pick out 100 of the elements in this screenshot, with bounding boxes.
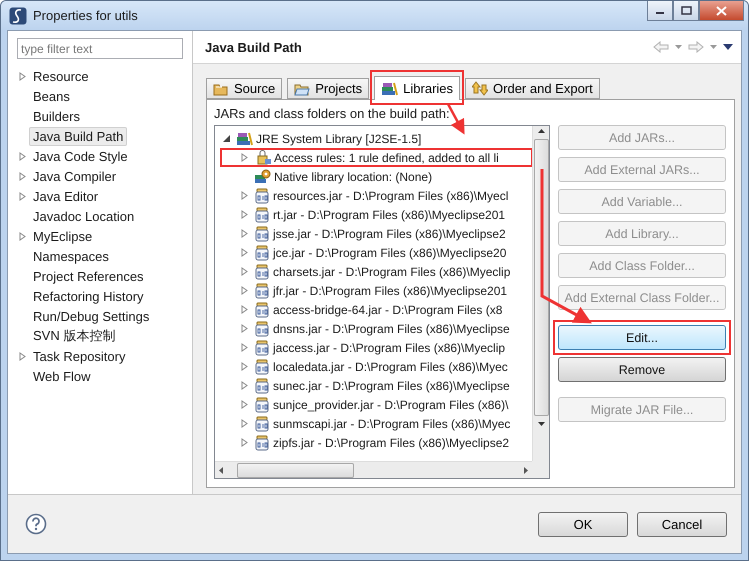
expand-arrow-icon[interactable]	[241, 381, 249, 390]
books-icon	[236, 132, 253, 146]
expand-arrow-icon[interactable]	[241, 267, 249, 276]
sidebar-item[interactable]: SVN 版本控制	[29, 325, 120, 347]
scroll-thumb[interactable]	[237, 462, 354, 478]
expand-arrow-icon[interactable]	[241, 438, 249, 447]
expand-arrow-icon[interactable]	[241, 324, 249, 333]
expand-arrow-icon[interactable]	[19, 192, 27, 200]
window-title: Properties for utils	[33, 8, 139, 23]
tree-item[interactable]: charsets.jar - D:\Program Files (x86)\Myeclip	[273, 264, 510, 278]
tab[interactable]: Projects	[287, 78, 370, 99]
sidebar-item[interactable]: Javadoc Location	[29, 206, 138, 226]
sidebar-item[interactable]: Task Repository	[29, 346, 130, 366]
expand-arrow-icon[interactable]	[241, 343, 249, 352]
expand-arrow-icon[interactable]	[19, 172, 27, 180]
annotation-arrow	[446, 103, 465, 135]
tree-item[interactable]: sunjce_provider.jar - D:\Program Files (x86)\	[273, 398, 508, 412]
jar-icon	[254, 244, 270, 260]
expand-arrow-icon[interactable]	[241, 153, 249, 162]
collapse-arrow-icon[interactable]	[223, 134, 231, 143]
panel-caption: JARs and class folders on the build path:	[214, 106, 450, 121]
scroll-up-icon[interactable]	[538, 129, 544, 133]
tree-item[interactable]: rt.jar - D:\Program Files (x86)\Myeclipse201	[273, 208, 506, 222]
tree-item[interactable]: Access rules: 1 rule defined, added to all li	[274, 150, 499, 164]
sidebar-item[interactable]: Run/Debug Settings	[29, 306, 154, 326]
jar-icon	[254, 226, 270, 242]
expand-arrow-icon[interactable]	[241, 362, 249, 371]
sidebar-item[interactable]: Java Code Style	[29, 146, 132, 166]
sidebar-item[interactable]: Java Editor	[29, 186, 102, 206]
expand-arrow-icon[interactable]	[19, 152, 27, 160]
expand-arrow-icon[interactable]	[241, 400, 249, 409]
expand-arrow-icon[interactable]	[241, 191, 249, 200]
expand-arrow-icon[interactable]	[19, 232, 27, 240]
jar-icon	[254, 416, 270, 432]
folder-icon	[294, 82, 310, 96]
sidebar-item[interactable]: MyEclipse	[29, 226, 96, 246]
page-title: Java Build Path	[205, 40, 303, 54]
tree-item[interactable]: localedata.jar - D:\Program Files (x86)\Myec	[273, 360, 508, 374]
expand-arrow-icon[interactable]	[241, 229, 249, 238]
tab[interactable]: Libraries	[374, 76, 460, 100]
minimize-button[interactable]	[647, 1, 673, 21]
folder-icon	[213, 82, 229, 96]
scroll-left-icon[interactable]	[219, 466, 223, 474]
tree-item[interactable]: dnsns.jar - D:\Program Files (x86)\Myeclipse	[273, 322, 510, 336]
expand-arrow-icon[interactable]	[241, 210, 249, 219]
tree-item[interactable]: jfr.jar - D:\Program Files (x86)\Myeclipse201	[273, 284, 508, 298]
tree-item[interactable]: access-bridge-64.jar - D:\Program Files (x8	[273, 302, 502, 316]
app-logo-icon	[9, 6, 27, 24]
dropdown-icon[interactable]	[675, 44, 682, 50]
horizontal-scrollbar[interactable]	[215, 461, 532, 478]
sidebar-item[interactable]: Java Compiler	[29, 166, 120, 186]
expand-arrow-icon[interactable]	[241, 248, 249, 257]
jar-icon	[254, 358, 270, 374]
sidebar-item[interactable]: Project References	[29, 266, 148, 286]
tree-item[interactable]: Native library location: (None)	[274, 170, 432, 184]
expand-arrow-icon[interactable]	[241, 286, 249, 295]
sidebar-item[interactable]: Beans	[29, 86, 74, 106]
sidebar-item[interactable]: Builders	[29, 106, 84, 126]
forward-arrow-icon[interactable]	[688, 41, 704, 53]
help-icon[interactable]	[25, 513, 47, 535]
tab[interactable]: Order and Export	[465, 78, 600, 99]
scroll-right-icon[interactable]	[524, 466, 528, 474]
action-button[interactable]: Edit...	[558, 325, 726, 350]
vertical-scrollbar[interactable]	[532, 126, 549, 461]
maximize-button[interactable]	[673, 1, 699, 21]
dropdown-icon[interactable]	[710, 44, 717, 50]
jar-icon	[254, 282, 270, 298]
tree-item[interactable]: zipfs.jar - D:\Program Files (x86)\Myeclipse2	[273, 436, 510, 450]
close-icon	[716, 6, 727, 16]
expand-arrow-icon[interactable]	[241, 419, 249, 428]
tree-item[interactable]: JRE System Library [J2SE-1.5]	[256, 132, 422, 146]
expand-arrow-icon[interactable]	[241, 305, 249, 314]
sidebar-item[interactable]: Java Build Path	[29, 126, 128, 146]
dialog-button[interactable]: OK	[538, 512, 628, 536]
scroll-thumb[interactable]	[534, 139, 548, 416]
jar-icon	[254, 206, 270, 222]
expand-arrow-icon[interactable]	[19, 352, 27, 360]
tab[interactable]: Source	[206, 78, 282, 99]
jar-icon	[254, 434, 270, 450]
menu-icon[interactable]	[723, 44, 733, 50]
sidebar-item[interactable]: Refactoring History	[29, 286, 148, 306]
back-arrow-icon[interactable]	[653, 41, 669, 53]
arrows-icon	[472, 81, 488, 96]
action-button[interactable]: Remove	[558, 357, 726, 382]
expand-arrow-icon[interactable]	[19, 72, 27, 80]
close-button[interactable]	[699, 1, 744, 21]
sidebar-item[interactable]: Resource	[29, 66, 93, 86]
scroll-down-icon[interactable]	[538, 422, 544, 426]
sidebar-item[interactable]: Web Flow	[29, 366, 95, 386]
tree-item[interactable]: jaccess.jar - D:\Program Files (x86)\Myeclip	[273, 340, 506, 354]
tree-item[interactable]: sunmscapi.jar - D:\Program Files (x86)\Myec	[273, 416, 510, 430]
tree-item[interactable]: sunec.jar - D:\Program Files (x86)\Myeclipse	[273, 378, 510, 392]
tree-item[interactable]: jce.jar - D:\Program Files (x86)\Myeclipse20	[273, 246, 506, 260]
dialog-button[interactable]: Cancel	[637, 512, 727, 536]
jar-icon	[254, 396, 270, 412]
filter-field[interactable]: type filter text	[17, 38, 183, 59]
sidebar-item[interactable]: Namespaces	[29, 246, 113, 266]
tree-item[interactable]: jsse.jar - D:\Program Files (x86)\Myeclipse2	[273, 226, 506, 240]
tree-item[interactable]: resources.jar - D:\Program Files (x86)\Myecl	[273, 188, 508, 202]
jar-icon	[254, 188, 270, 204]
